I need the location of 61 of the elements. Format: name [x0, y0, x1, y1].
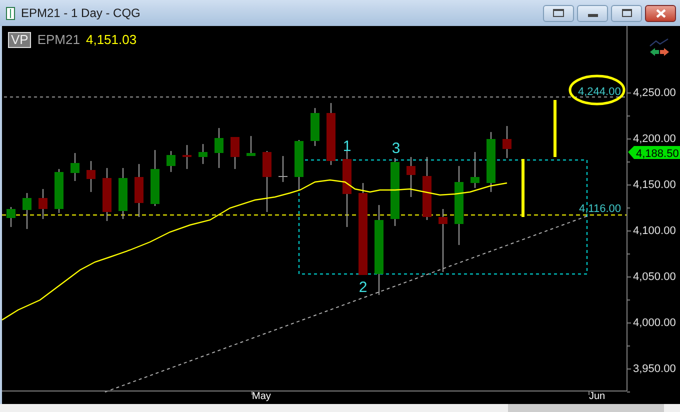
price-axis-label: 4,100.00	[633, 225, 676, 237]
price-axis-label: 3,950.00	[633, 363, 676, 375]
candlestick	[294, 140, 304, 190]
maximize-icon	[622, 9, 632, 17]
candlestick	[214, 128, 224, 168]
candlestick	[406, 156, 416, 198]
candlestick	[422, 156, 432, 220]
wave-label: 2	[358, 279, 368, 296]
candlestick	[54, 168, 64, 214]
candlestick	[230, 136, 240, 170]
candlestick	[470, 152, 480, 188]
candlestick	[310, 108, 320, 146]
price-axis-label: 4,050.00	[633, 271, 676, 283]
close-icon	[656, 8, 666, 18]
symbol-label: EPM21	[37, 31, 80, 49]
close-button[interactable]	[645, 4, 676, 22]
price-axis-label: 4,200.00	[633, 133, 676, 145]
candlestick	[118, 168, 128, 220]
candlestick	[6, 206, 16, 228]
candlestick	[198, 144, 208, 164]
app-icon	[6, 6, 15, 20]
candlestick	[502, 126, 512, 158]
time-axis-label: Jun	[589, 391, 606, 402]
level-label: 4,244.00	[578, 86, 621, 98]
popout-button[interactable]	[543, 4, 574, 22]
candlestick	[486, 132, 496, 192]
target-line	[554, 100, 556, 157]
candlestick	[38, 188, 48, 220]
candlestick	[438, 208, 448, 272]
last-price-tag: 4,188.50	[628, 146, 680, 160]
maximize-button[interactable]	[611, 4, 642, 22]
minimize-icon	[588, 14, 598, 16]
candlestick	[166, 150, 176, 172]
candlestick	[278, 156, 288, 182]
chart-scroll-icon	[650, 38, 669, 56]
study-badge: VP	[8, 32, 32, 48]
window-title: EPM21 - 1 Day - CQG	[21, 5, 140, 22]
price-axis-label: 4,000.00	[633, 317, 676, 329]
candlestick	[70, 152, 80, 182]
candlestick	[102, 168, 112, 222]
candlestick	[182, 144, 192, 170]
scrollbar-thumb[interactable]	[508, 404, 664, 412]
candlestick	[262, 150, 272, 212]
candlestick	[134, 164, 144, 218]
candlestick	[246, 136, 256, 156]
candlestick	[390, 158, 400, 226]
price-axis-label: 4,150.00	[633, 179, 676, 191]
wave-label: 3	[392, 140, 400, 157]
level-label: 4,116.00	[579, 203, 622, 215]
price-label: 4,151.03	[86, 31, 137, 49]
candlestick	[86, 160, 96, 192]
time-axis-label: May	[252, 391, 271, 402]
price-axis-label: 4,250.00	[633, 87, 676, 99]
candlestick	[22, 192, 32, 230]
candlestick	[150, 150, 160, 206]
candlestick	[326, 102, 336, 166]
minimize-button[interactable]	[577, 4, 608, 22]
highlight-circle	[568, 74, 626, 106]
scrollbar[interactable]	[0, 404, 680, 412]
wave-label: 1	[342, 138, 352, 155]
popout-icon	[553, 9, 564, 17]
